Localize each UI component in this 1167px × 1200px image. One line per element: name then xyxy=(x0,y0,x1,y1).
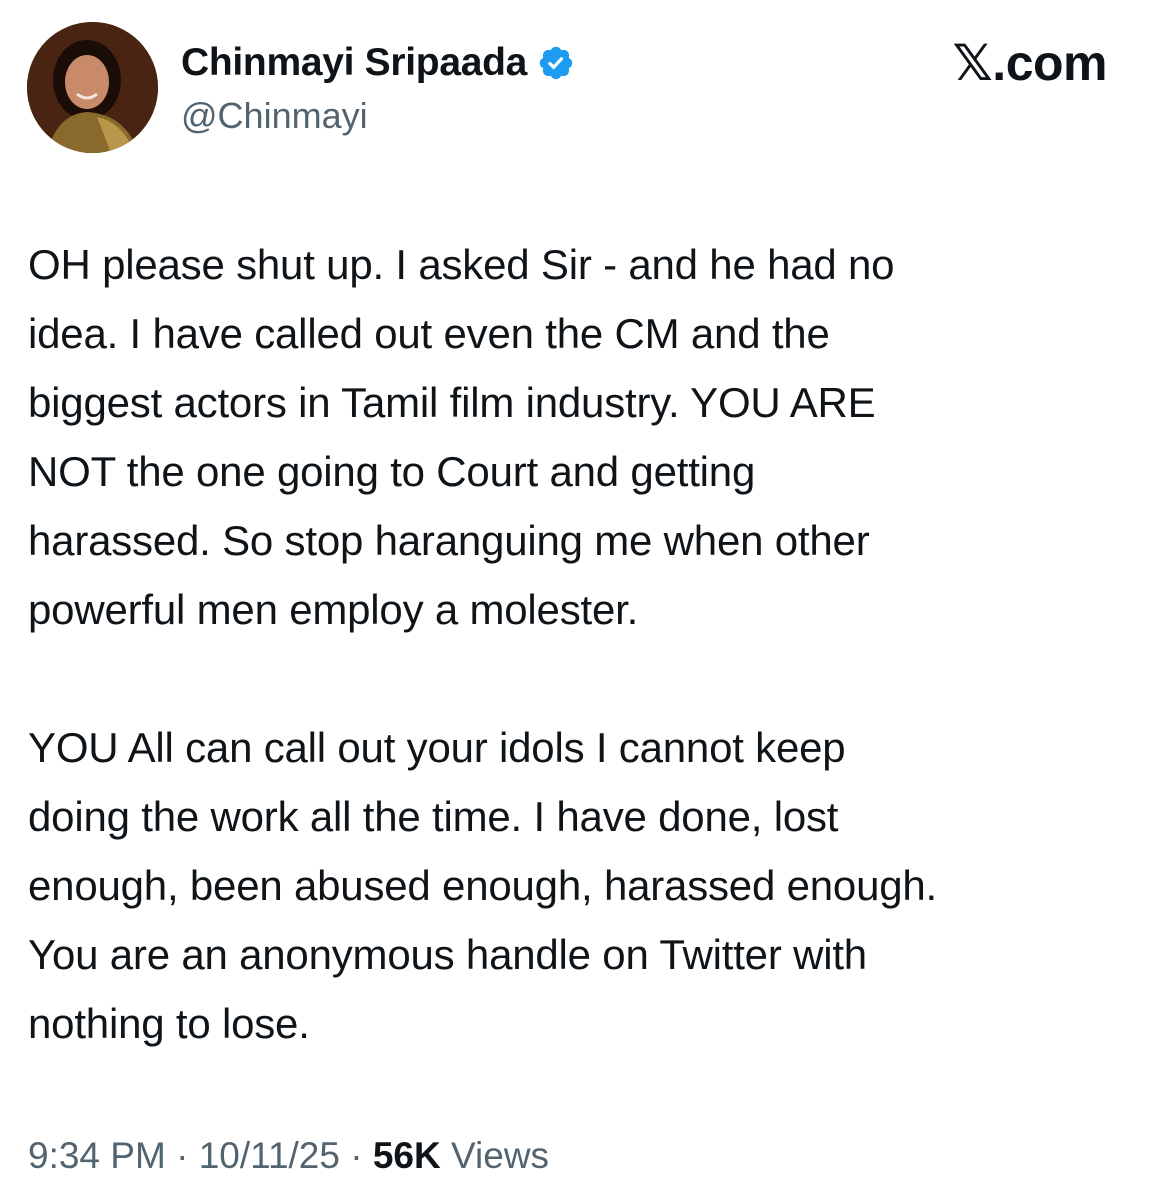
meta-separator: · xyxy=(165,1135,199,1176)
post-paragraph: YOU All can call out your idols I cannot… xyxy=(28,724,938,1047)
verified-badge-icon xyxy=(537,44,575,82)
post-date[interactable]: 10/11/25 xyxy=(199,1135,340,1176)
author-handle[interactable]: @Chinmayi xyxy=(181,95,368,137)
post-paragraph: OH please shut up. I asked Sir - and he … xyxy=(28,241,895,633)
post-card: Chinmayi Sripaada @Chinmayi 𝕏.com OH ple… xyxy=(0,0,1167,1200)
views-label: Views xyxy=(440,1135,550,1176)
avatar-photo xyxy=(27,22,158,153)
author-name-row: Chinmayi Sripaada xyxy=(181,38,575,88)
views-count: 56K xyxy=(372,1135,441,1176)
meta-separator: · xyxy=(339,1135,373,1176)
author-display-name[interactable]: Chinmayi Sripaada xyxy=(181,41,527,85)
avatar[interactable] xyxy=(27,22,158,153)
post-text: OH please shut up. I asked Sir - and he … xyxy=(28,230,1138,1058)
x-logo-watermark: 𝕏.com xyxy=(952,35,1108,91)
post-time[interactable]: 9:34 PM xyxy=(28,1135,166,1176)
post-meta: 9:34 PM · 10/11/25 · 56K Views xyxy=(28,1135,549,1177)
